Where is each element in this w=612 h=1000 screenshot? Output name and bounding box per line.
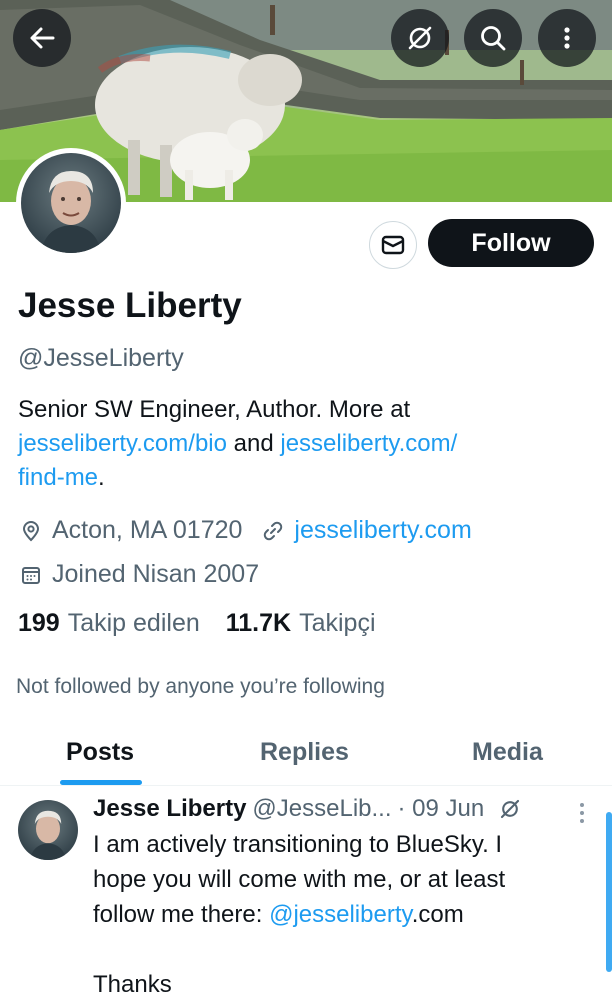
post-line [93, 932, 573, 967]
message-button[interactable] [369, 221, 417, 269]
profile-meta: Acton, MA 01720 jesseliberty.com [18, 516, 472, 545]
profile-handle: @JesseLiberty [18, 344, 184, 372]
location-pin-icon [18, 518, 44, 544]
bio-link-findme[interactable]: jesseliberty.com/ [280, 430, 457, 457]
more-button[interactable] [538, 9, 596, 67]
profile-tabs: Posts Replies Media [0, 718, 612, 786]
post-mention-link[interactable]: @jesseliberty [269, 901, 412, 928]
following-label: Takip edilen [67, 609, 200, 637]
calendar-icon [18, 562, 44, 588]
bio-text: Senior SW Engineer, Author. More at [18, 396, 411, 423]
post-line: hope you will come with me, or at least [93, 866, 506, 893]
post-avatar[interactable] [18, 800, 78, 860]
tab-media[interactable]: Media [472, 738, 543, 767]
back-button[interactable] [13, 9, 71, 67]
profile-location: Acton, MA 01720 [52, 516, 243, 544]
grok-icon [408, 26, 432, 50]
profile-bio: Senior SW Engineer, Author. More at jess… [18, 393, 578, 495]
profile-name: Jesse Liberty [18, 286, 242, 325]
post-line: I am actively transitioning to BlueSky. … [93, 831, 503, 858]
followers-stat[interactable]: 11.7K Takipçi [226, 609, 376, 638]
arrow-left-icon [30, 27, 55, 49]
post-text-segment: follow me there: [93, 901, 270, 928]
post-line: Thanks [93, 971, 172, 998]
post-more-button[interactable] [570, 798, 594, 828]
post-line: follow me there: @jesseliberty.com [93, 897, 573, 932]
search-icon [481, 26, 506, 51]
post-header: Jesse Liberty @JesseLib... · 09 Jun [93, 795, 522, 823]
grok-button[interactable] [391, 9, 449, 67]
tab-replies[interactable]: Replies [260, 738, 349, 767]
post-date[interactable]: · 09 Jun [398, 795, 485, 823]
following-count: 199 [18, 609, 60, 637]
profile-stats: 199 Takip edilen 11.7K Takipçi [18, 609, 402, 638]
thread-indicator [606, 812, 612, 972]
bio-end: . [98, 464, 105, 491]
profile-avatar[interactable] [16, 148, 126, 258]
more-vertical-icon [564, 27, 570, 49]
not-followed-note: Not followed by anyone you’re following [16, 675, 385, 698]
envelope-icon [381, 235, 405, 255]
post-text-segment: .com [411, 901, 464, 928]
more-vertical-icon [580, 803, 584, 823]
profile-website[interactable]: jesseliberty.com [294, 516, 471, 545]
grok-post-icon[interactable] [498, 797, 522, 821]
followers-label: Takipçi [299, 609, 376, 637]
followers-count: 11.7K [225, 609, 292, 637]
profile-joined-row: Joined Nisan 2007 [18, 560, 259, 589]
tab-active-indicator [60, 780, 142, 785]
post-author-handle[interactable]: @JesseLib... [252, 795, 391, 823]
bio-and: and [233, 430, 274, 457]
profile-joined: Joined Nisan 2007 [52, 560, 260, 588]
post-author-name[interactable]: Jesse Liberty [93, 795, 246, 823]
post-body[interactable]: I am actively transitioning to BlueSky. … [93, 827, 573, 1000]
following-stat[interactable]: 199 Takip edilen [18, 609, 200, 638]
follow-button[interactable]: Follow [428, 219, 594, 267]
tab-posts[interactable]: Posts [66, 738, 134, 767]
search-button[interactable] [464, 9, 522, 67]
bio-link-findme-cont[interactable]: find-me [18, 464, 98, 491]
avatar-image [21, 153, 121, 253]
link-icon [260, 518, 286, 544]
bio-link-bio[interactable]: jesseliberty.com/bio [18, 430, 227, 457]
